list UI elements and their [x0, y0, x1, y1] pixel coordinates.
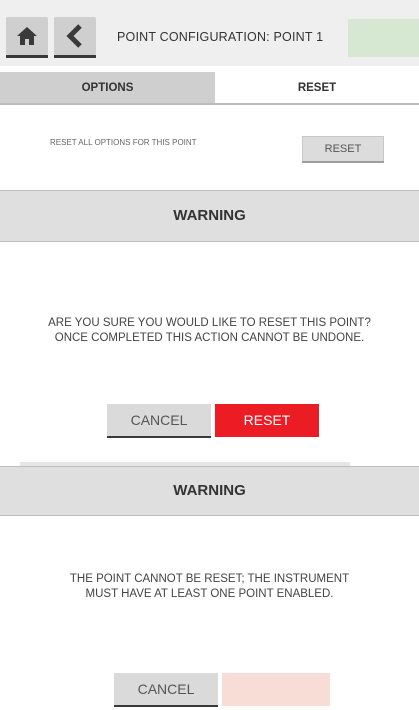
- tab-bar: OPTIONS RESET: [0, 72, 419, 104]
- reset-all-options-label: RESET ALL OPTIONS FOR THIS POINT: [50, 138, 197, 147]
- page-title: POINT CONFIGURATION: POINT 1: [117, 30, 324, 44]
- tab-divider: [0, 103, 419, 105]
- back-button-underline: [54, 55, 96, 58]
- dialog-message-line-1: ARE YOU SURE YOU WOULD LIKE TO RESET THI…: [48, 317, 371, 329]
- disabled-reset-button: RESET: [222, 673, 330, 706]
- home-icon: [17, 27, 37, 45]
- reset-error-dialog: WARNING THE POINT CANNOT BE RESET; THE I…: [0, 462, 419, 710]
- tab-options[interactable]: OPTIONS: [0, 72, 215, 104]
- home-button[interactable]: [6, 17, 48, 55]
- dialog-message-line-2: MUST HAVE AT LEAST ONE POINT ENABLED.: [85, 588, 334, 600]
- status-indicator: [348, 19, 419, 57]
- dialog-title: WARNING: [0, 190, 419, 242]
- cancel-button[interactable]: CANCEL: [107, 404, 211, 437]
- point-configuration-screen: POINT CONFIGURATION: POINT 1 OPTIONS RES…: [0, 0, 419, 190]
- tab-reset[interactable]: RESET: [215, 72, 419, 104]
- dialog-title: WARNING: [0, 466, 419, 516]
- confirm-reset-button[interactable]: RESET: [215, 404, 319, 437]
- home-button-underline: [6, 55, 48, 58]
- reset-point-button-underline: [302, 161, 384, 163]
- reset-confirm-dialog: WARNING ARE YOU SURE YOU WOULD LIKE TO R…: [0, 190, 419, 442]
- chevron-left-icon: [66, 24, 82, 48]
- back-button[interactable]: [54, 17, 96, 55]
- cancel-button-underline: [107, 436, 211, 438]
- cancel-button-underline: [114, 705, 218, 707]
- dialog-message-line-1: THE POINT CANNOT BE RESET; THE INSTRUMEN…: [69, 573, 350, 585]
- cancel-button[interactable]: CANCEL: [114, 673, 218, 706]
- dialog-message-line-2: ONCE COMPLETED THIS ACTION CANNOT BE UND…: [54, 332, 365, 344]
- reset-point-button[interactable]: RESET: [302, 136, 384, 162]
